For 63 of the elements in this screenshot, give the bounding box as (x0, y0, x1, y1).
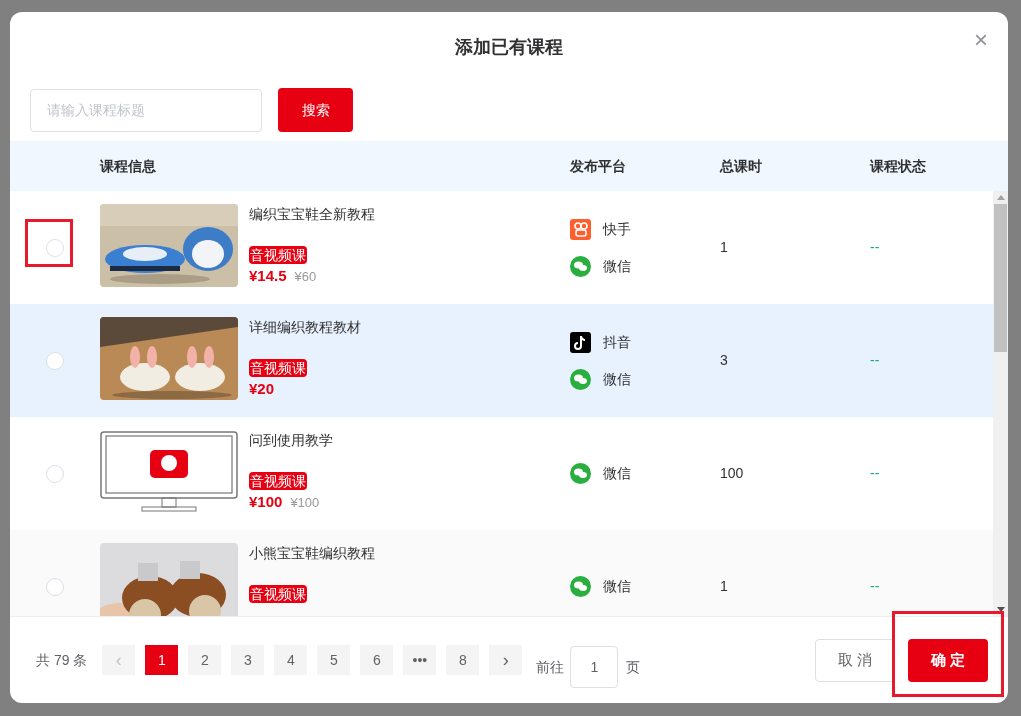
status-text: -- (870, 238, 880, 257)
original-price: ¥100 (290, 494, 320, 512)
platform-name: 微信 (603, 256, 631, 276)
original-price: ¥60 (294, 268, 317, 286)
page-button[interactable]: 2 (188, 645, 222, 675)
price: ¥100 (249, 492, 283, 512)
goto-suffix: 页 (626, 657, 641, 677)
radio-button[interactable] (46, 351, 64, 370)
page-button[interactable]: 4 (274, 645, 308, 675)
table-cell-text: 1 (720, 238, 728, 257)
total-count: 共 79 条 (36, 650, 88, 670)
column-header: 课程状态 (870, 157, 926, 174)
status-text: -- (870, 464, 880, 483)
column-header: 发布平台 (570, 157, 626, 174)
page-button[interactable]: 8 (446, 645, 480, 675)
column-header: 课程信息 (100, 157, 156, 174)
course-title: 详细编织教程教材 (249, 318, 361, 337)
column-header: 总课时 (720, 157, 762, 174)
cancel-button[interactable]: 取 消 (815, 638, 895, 682)
tag: 音视频课 (249, 585, 307, 603)
tag: 音视频课 (249, 246, 307, 264)
page-button[interactable]: 5 (317, 645, 351, 675)
table-row[interactable]: 详细编织教程教材 音视频课 ¥20 抖音 微信 3 -- (10, 304, 993, 417)
confirm-button[interactable]: 确 定 (908, 638, 988, 682)
price: ¥14.5 (249, 266, 287, 286)
platform-name: 抖音 (603, 332, 631, 352)
chat-bubbles-icon (570, 463, 591, 484)
search-button[interactable]: 搜索 (278, 88, 353, 132)
chat-bubbles-icon (570, 576, 591, 597)
table-row[interactable]: 小熊宝宝鞋编织教程 音视频课 微信 1 -- (10, 530, 993, 616)
goto-label: 前往 (536, 657, 565, 677)
page-button[interactable]: 1 (145, 645, 179, 675)
course-title: 编织宝宝鞋全新教程 (249, 205, 375, 224)
course-title: 问到使用教学 (249, 431, 333, 450)
radio-button[interactable] (46, 238, 64, 257)
page-button[interactable]: 6 (360, 645, 394, 675)
camera-app-icon (570, 218, 591, 240)
platform-name: 快手 (603, 219, 631, 239)
music-note-icon (570, 331, 591, 353)
platform-name: 微信 (603, 369, 631, 389)
scrollbar[interactable] (993, 191, 1008, 616)
table-cell-text: 3 (720, 351, 728, 370)
platform-name: 微信 (603, 464, 631, 483)
status-text: -- (870, 577, 880, 596)
price: ¥20 (249, 379, 275, 399)
radio-button[interactable] (46, 577, 64, 596)
status-text: -- (870, 351, 880, 370)
radio-button[interactable] (46, 464, 64, 483)
chat-bubbles-icon (570, 368, 591, 390)
platform-name: 微信 (603, 577, 631, 596)
table-cell-text: 1 (720, 577, 728, 596)
course-title: 小熊宝宝鞋编织教程 (249, 544, 375, 563)
dialog-title: 添加已有课程 (455, 35, 563, 59)
page-button[interactable]: 3 (231, 645, 265, 675)
chat-bubbles-icon (570, 255, 591, 277)
page-button[interactable]: ••• (403, 645, 437, 675)
next-page-button[interactable]: › (489, 645, 523, 675)
search-field[interactable]: 请输入课程标题 (30, 88, 262, 132)
close-button[interactable]: × (974, 28, 988, 52)
table-cell-text: 100 (720, 464, 744, 483)
tag: 音视频课 (249, 472, 307, 490)
page-number-field[interactable]: 1 (570, 646, 619, 688)
tag: 音视频课 (249, 359, 307, 377)
